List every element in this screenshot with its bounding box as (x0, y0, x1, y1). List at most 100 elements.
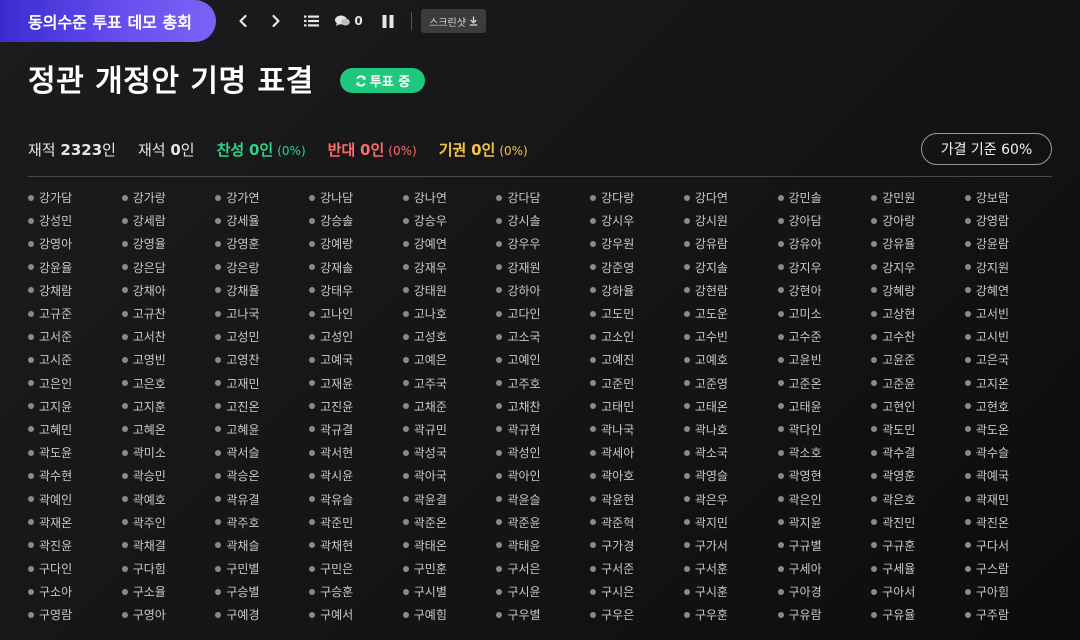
stat-no-label: 반대 (327, 141, 356, 159)
stat-yes-value: 0인 (248, 141, 274, 159)
voter-item: 구서은 (496, 557, 590, 580)
voter-name: 강영아 (39, 237, 73, 252)
voter-item: 곽규결 (309, 418, 403, 441)
chat-button[interactable]: 0 (334, 10, 364, 32)
voter-name: 고규찬 (132, 307, 166, 322)
vote-status-dot (871, 542, 878, 549)
vote-status-dot (121, 403, 128, 410)
vote-status-dot (309, 380, 316, 387)
voter-item: 고규준 (28, 302, 122, 325)
voter-name: 곽나국 (601, 422, 635, 437)
vote-status-dot (496, 240, 503, 247)
voter-item: 고영찬 (215, 348, 309, 371)
vote-status-dot (871, 356, 878, 363)
page-title: 정관 개정안 기명 표결 (28, 64, 314, 99)
vote-status-dot (496, 264, 503, 271)
voter-item: 구민은 (309, 557, 403, 580)
voter-name: 구세아 (788, 562, 822, 577)
screenshot-button[interactable]: 스크린샷 (421, 9, 486, 33)
voter-item: 구다서 (964, 534, 1059, 557)
voter-name: 고규준 (39, 307, 73, 322)
voter-name: 고수찬 (882, 330, 916, 345)
vote-status-dot (777, 380, 784, 387)
vote-status-dot (121, 542, 128, 549)
screenshot-label: 스크린샷 (429, 17, 466, 29)
vote-status-dot (215, 264, 222, 271)
voter-item: 곽주인 (121, 511, 216, 534)
vote-status-dot (496, 194, 503, 201)
vote-status-dot (683, 588, 690, 595)
voter-item: 고현인 (871, 395, 965, 418)
list-button[interactable] (300, 10, 322, 32)
voter-name: 구다인 (39, 562, 73, 577)
voter-item: 곽준혁 (590, 511, 684, 534)
vote-status-dot (215, 356, 222, 363)
voter-name: 강나담 (320, 191, 354, 206)
voter-name: 곽진민 (882, 515, 916, 530)
voter-item: 강영율 (121, 232, 216, 255)
voter-item: 고지훈 (121, 395, 216, 418)
voter-item: 강다랑 (590, 186, 684, 209)
voter-name: 곽소호 (788, 446, 822, 461)
voter-item: 고도민 (590, 302, 684, 325)
voter-name: 고은인 (39, 376, 73, 391)
vote-status-dot (215, 472, 222, 479)
prev-button[interactable] (232, 10, 254, 32)
vote-status-dot (871, 287, 878, 294)
voter-item: 고채준 (402, 395, 497, 418)
voter-item: 고주국 (402, 372, 497, 395)
voter-item: 곽진온 (964, 511, 1059, 534)
voter-name: 강예연 (413, 237, 447, 252)
vote-status-dot (496, 403, 503, 410)
voter-item: 고예진 (590, 348, 684, 371)
vote-status-dot (402, 264, 409, 271)
vote-status-dot (28, 194, 34, 201)
voter-item: 고진윤 (309, 395, 403, 418)
voter-item: 고채찬 (496, 395, 590, 418)
vote-status-dot (964, 588, 971, 595)
vote-status-dot (590, 426, 597, 433)
voter-name: 곽윤현 (601, 492, 635, 507)
download-icon (469, 16, 478, 26)
voter-item: 강혜랑 (871, 279, 965, 302)
vote-status-dot (683, 565, 690, 572)
vote-status-dot (402, 496, 409, 503)
vote-status-dot (777, 472, 784, 479)
voter-name: 강보람 (975, 191, 1009, 206)
voter-item: 강준영 (590, 256, 684, 279)
voter-item: 고재민 (215, 372, 309, 395)
vote-status-dot (28, 287, 34, 294)
divider (28, 176, 1052, 177)
voter-item: 곽나호 (683, 418, 778, 441)
voter-item: 곽윤결 (402, 487, 497, 510)
voter-name: 구아경 (788, 585, 822, 600)
voter-name: 고수준 (788, 330, 822, 345)
voter-item: 곽영슬 (683, 464, 778, 487)
vote-status-dot (683, 240, 690, 247)
next-button[interactable] (265, 10, 287, 32)
voter-item: 구규훈 (871, 534, 965, 557)
voter-item: 고지윤 (28, 395, 122, 418)
vote-status-dot (28, 264, 34, 271)
pause-button[interactable] (378, 10, 398, 32)
voter-name: 고준온 (788, 376, 822, 391)
vote-status-dot (964, 240, 971, 247)
voter-item: 구규별 (777, 534, 872, 557)
voter-item: 곽준온 (402, 511, 497, 534)
voter-name: 고소국 (507, 330, 541, 345)
voter-item: 곽예국 (964, 464, 1059, 487)
vote-status-dot (121, 449, 128, 456)
voter-item: 구서훈 (683, 557, 778, 580)
voter-item: 곽태윤 (496, 534, 590, 557)
voter-name: 강지솔 (694, 260, 728, 275)
vote-status-dot (777, 519, 784, 526)
stat-present: 재적 2323 인 (28, 139, 116, 160)
voter-name: 곽준민 (320, 515, 354, 530)
voter-name: 곽은우 (694, 492, 728, 507)
chevron-right-icon (272, 14, 280, 28)
voter-name: 강예랑 (320, 237, 354, 252)
voter-name: 고시빈 (975, 330, 1009, 345)
vote-status-dot (402, 519, 409, 526)
voter-item: 구서준 (590, 557, 684, 580)
voter-name: 곽은인 (788, 492, 822, 507)
